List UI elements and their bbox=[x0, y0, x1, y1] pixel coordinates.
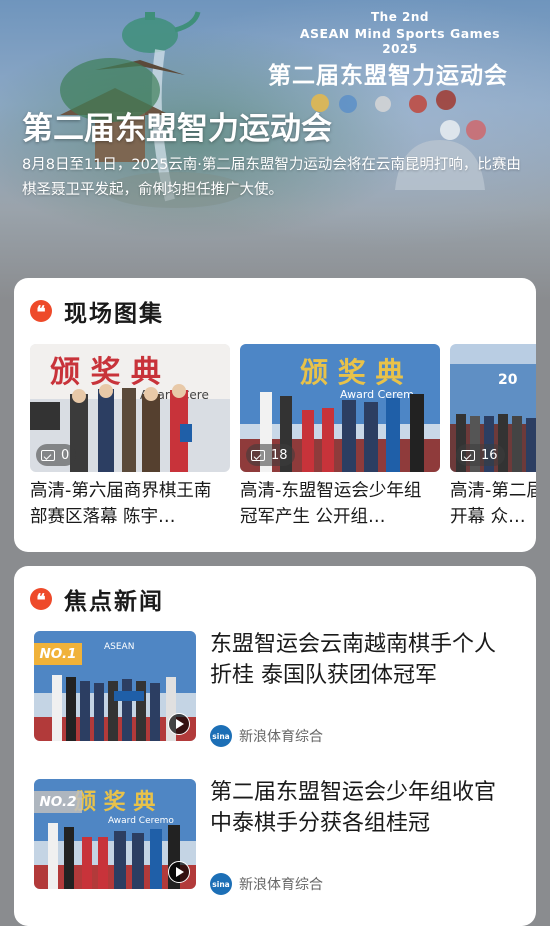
news-source: sina 新浪体育综合 bbox=[210, 873, 323, 895]
image-icon bbox=[41, 449, 55, 461]
photo-count: 16 bbox=[481, 447, 498, 463]
photo-count: 18 bbox=[271, 447, 288, 463]
gallery-caption[interactable]: 高清-东盟智运会少年组冠军产生 公开组… bbox=[240, 478, 430, 530]
image-icon bbox=[461, 449, 475, 461]
source-name: 新浪体育综合 bbox=[239, 877, 323, 893]
gallery-thumbnail[interactable]: 颁 奖 典 Award Cerem 18 bbox=[240, 344, 440, 472]
sina-logo-icon: sina bbox=[210, 725, 232, 747]
svg-text:ASEAN: ASEAN bbox=[104, 642, 134, 652]
gallery-caption[interactable]: 高清-第二届东盟智运会开幕 众… bbox=[450, 478, 536, 530]
news-headline[interactable]: 东盟智运会云南越南棋手个人折桂 泰国队获团体冠军 bbox=[210, 629, 510, 691]
page-description: 8月8日至11日，2025云南·第二届东盟智力运动会将在云南昆明打响，比赛由棋圣… bbox=[22, 157, 521, 198]
gallery-header: ❝ 现场图集 bbox=[30, 294, 164, 328]
rank-badge: NO.2 bbox=[34, 791, 82, 813]
news-header: ❝ 焦点新闻 bbox=[30, 582, 164, 616]
svg-text:Award Ceremo: Award Ceremo bbox=[108, 816, 174, 826]
play-icon[interactable] bbox=[168, 713, 190, 735]
hero-banner-cn: 第二届东盟智力运动会 bbox=[268, 63, 508, 89]
photo-count: 0 bbox=[61, 447, 70, 463]
gallery-thumbnail[interactable]: 20 16 bbox=[450, 344, 536, 472]
svg-text:20: 20 bbox=[498, 372, 518, 388]
rank-badge: NO.1 bbox=[34, 643, 82, 665]
page-title: 第二届东盟智力运动会 bbox=[22, 111, 332, 147]
gallery-card: ❝ 现场图集 颁 奖 典 Award Cere bbox=[14, 278, 536, 552]
play-icon[interactable] bbox=[168, 861, 190, 883]
hero-banner: The 2nd ASEAN Mind Sports Games 2025 第二届… bbox=[0, 0, 550, 300]
news-thumbnail[interactable]: 颁 奖 典 Award Ceremo NO.2 bbox=[34, 779, 196, 889]
gallery-thumbnail[interactable]: 颁 奖 典 Award Cere 0 bbox=[30, 344, 230, 472]
gallery-caption[interactable]: 高清-第六届商界棋王南部赛区落幕 陈宇… bbox=[30, 478, 220, 530]
news-card: ❝ 焦点新闻 ASEAN NO.1 东盟智运会云南越南棋手个人折桂 泰国队获团体… bbox=[14, 566, 536, 926]
sina-logo-icon: sina bbox=[210, 873, 232, 895]
image-icon bbox=[251, 449, 265, 461]
source-name: 新浪体育综合 bbox=[239, 729, 323, 745]
svg-text:颁 奖 典: 颁 奖 典 bbox=[300, 356, 404, 389]
photo-count-badge: 18 bbox=[246, 444, 295, 466]
photo-count-badge: 16 bbox=[456, 444, 505, 466]
news-title: 焦点新闻 bbox=[64, 589, 164, 615]
hero-en-line2: ASEAN Mind Sports Games bbox=[299, 26, 501, 41]
quote-icon: ❝ bbox=[30, 300, 52, 322]
svg-text:Award Cerem: Award Cerem bbox=[340, 388, 414, 401]
hero-en-line3: 2025 bbox=[382, 42, 418, 56]
quote-icon: ❝ bbox=[30, 588, 52, 610]
hero-en-line1: The 2nd bbox=[370, 10, 430, 24]
news-headline[interactable]: 第二届东盟智运会少年组收官 中泰棋手分获各组桂冠 bbox=[210, 777, 510, 839]
news-thumbnail[interactable]: ASEAN NO.1 bbox=[34, 631, 196, 741]
photo-count-badge: 0 bbox=[36, 444, 77, 466]
svg-text:颁 奖 典: 颁 奖 典 bbox=[74, 789, 155, 815]
gallery-title: 现场图集 bbox=[64, 301, 164, 327]
news-source: sina 新浪体育综合 bbox=[210, 725, 323, 747]
